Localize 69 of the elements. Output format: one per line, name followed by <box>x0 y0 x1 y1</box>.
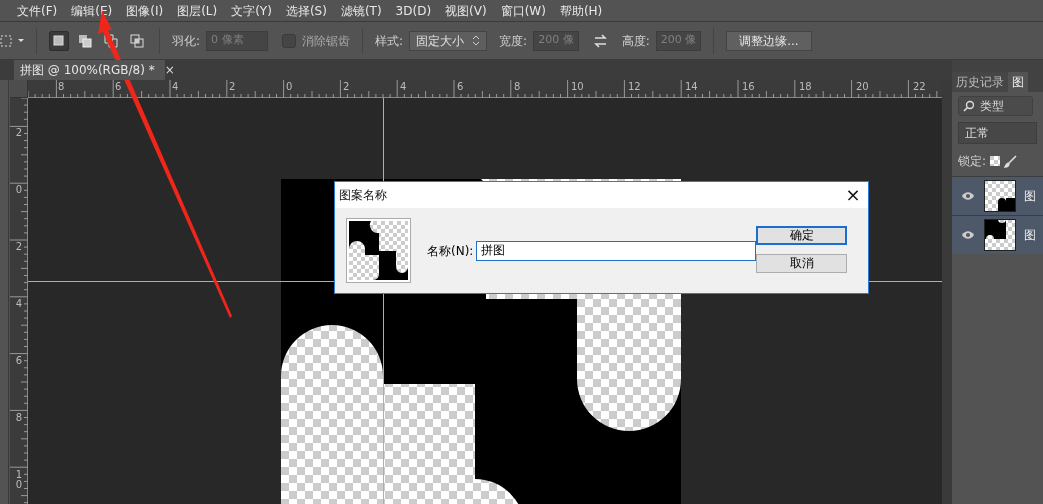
ruler-number: 18 <box>799 82 812 92</box>
ruler-number: 6 <box>457 82 464 92</box>
blend-mode-dropdown[interactable]: 正常 <box>958 122 1037 144</box>
ruler-number: 16 <box>742 82 755 92</box>
layer-name: 图 <box>1024 227 1036 244</box>
eye-icon[interactable] <box>961 230 975 240</box>
name-label: 名称(N): <box>427 242 474 260</box>
menu-item[interactable]: 选择(S) <box>278 1 334 20</box>
close-button[interactable]: × <box>164 64 175 76</box>
menu-item[interactable]: 编辑(E) <box>64 1 120 20</box>
width-label: 宽度: <box>499 32 528 50</box>
style-label: 样式: <box>375 32 404 50</box>
menu-item[interactable]: 3D(D) <box>388 1 439 20</box>
dialog-title: 图案名称 <box>339 187 387 204</box>
menu-item[interactable]: 文字(Y) <box>224 1 279 20</box>
panel-tab[interactable]: 历史记录 <box>952 72 1008 92</box>
dialog-button[interactable]: 确定 <box>756 225 847 245</box>
ruler-number: 8 <box>514 82 521 92</box>
ruler-number: 0 <box>286 82 293 92</box>
layer-thumbnail <box>984 219 1016 251</box>
layer-thumbnail <box>984 180 1016 212</box>
marquee-icon[interactable] <box>0 33 12 48</box>
dialog-button[interactable]: 取消 <box>756 253 847 273</box>
ruler-number: 8 <box>58 82 65 92</box>
ruler-number: 6 <box>14 356 24 366</box>
ruler-number: 0 <box>14 185 24 195</box>
menu-item[interactable]: 图像(I) <box>119 1 171 20</box>
lock-label: 锁定: <box>958 153 987 170</box>
menu-item[interactable]: 滤镜(T) <box>333 1 389 20</box>
search-icon <box>963 100 974 112</box>
caret-icon[interactable] <box>18 39 24 42</box>
ruler-number: 10 <box>571 82 584 92</box>
ruler-number: 2 <box>14 242 24 252</box>
ruler-number: 4 <box>172 82 179 92</box>
spinner-icon <box>472 35 481 46</box>
lock-pixels-icon[interactable] <box>990 156 1001 166</box>
layer-row[interactable]: 图 <box>952 176 1043 215</box>
ruler-number: 14 <box>685 82 698 92</box>
ruler-number: 6 <box>115 82 122 92</box>
antialias-label: 消除锯齿 <box>302 32 351 50</box>
ruler-number: 12 <box>628 82 641 92</box>
ruler-number: 2 <box>229 82 236 92</box>
filter-dropdown[interactable]: 类型 <box>958 96 1033 116</box>
ruler-number: 8 <box>14 413 24 423</box>
ruler-number: 2 <box>14 128 24 138</box>
refine-edge-button[interactable]: 调整边缘... <box>726 30 812 51</box>
ruler-number: 4 <box>400 82 407 92</box>
ruler-number: 22 <box>913 82 926 92</box>
menu-item[interactable]: 图层(L) <box>170 1 225 20</box>
swap-icon[interactable] <box>592 33 608 48</box>
height-label: 高度: <box>621 32 650 50</box>
name-field[interactable]: 拼图 <box>476 240 756 261</box>
menu-item[interactable]: 视图(V) <box>438 1 494 20</box>
pattern-preview <box>346 218 411 283</box>
close-button[interactable]: × <box>838 185 868 205</box>
ruler-number: 20 <box>856 82 869 92</box>
layer-row[interactable]: 图 <box>952 215 1043 254</box>
layer-name: 图 <box>1024 188 1036 205</box>
style-dropdown[interactable]: 固定大小 <box>409 30 488 51</box>
brush-icon[interactable] <box>1004 154 1018 168</box>
ruler-number: 10 <box>14 470 24 490</box>
panel-tab[interactable]: 图 <box>1008 72 1028 92</box>
ruler-number: 4 <box>14 299 24 309</box>
menu-item[interactable]: 帮助(H) <box>552 1 610 20</box>
menu-item[interactable]: 窗口(W) <box>493 1 553 20</box>
ruler-number: 2 <box>343 82 350 92</box>
feather-label: 羽化: <box>172 32 201 50</box>
eye-icon[interactable] <box>961 191 975 201</box>
menu-item[interactable]: 文件(F) <box>10 1 65 20</box>
